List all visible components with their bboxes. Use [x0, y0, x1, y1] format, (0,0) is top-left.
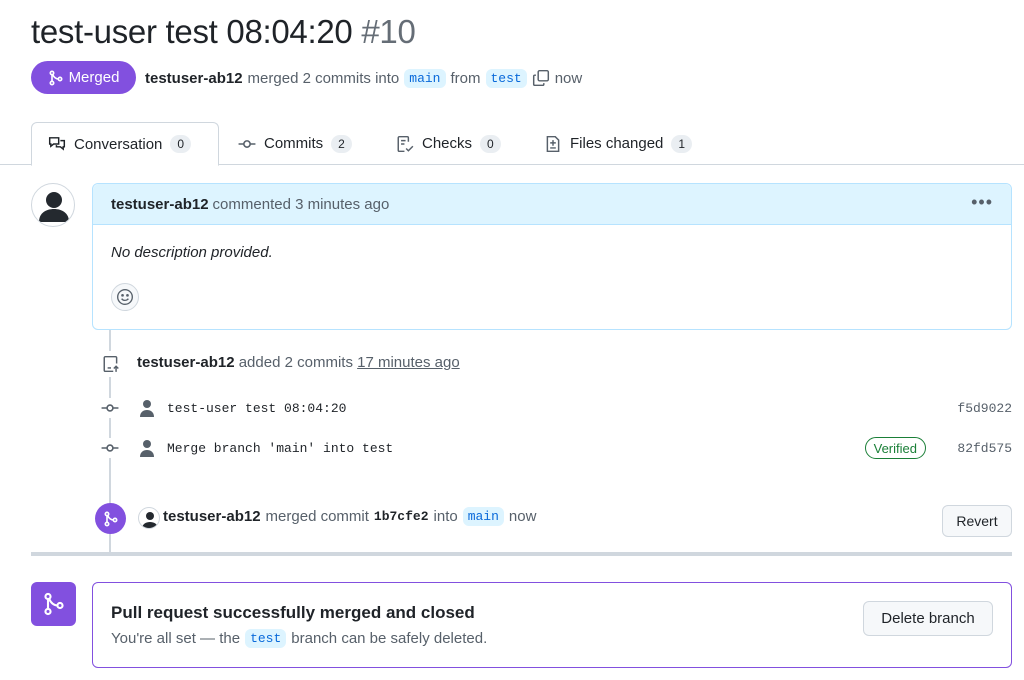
- comment-action: commented 3 minutes ago: [212, 195, 390, 213]
- merge-commit-sha[interactable]: 1b7cfe2: [374, 509, 429, 524]
- git-commit-icon: [100, 438, 120, 458]
- pr-meta-line: testuser-ab12 merged 2 commits into main…: [145, 66, 582, 90]
- merge-status-box: Pull request successfully merged and clo…: [92, 582, 1012, 668]
- commit-message[interactable]: test-user test 08:04:20: [167, 401, 346, 416]
- push-action: added 2 commits: [238, 354, 353, 371]
- meta-time: now: [554, 69, 583, 87]
- tab-label: Conversation: [74, 135, 163, 153]
- push-time-link[interactable]: 17 minutes ago: [357, 354, 460, 371]
- merge-desc-prefix: You're all set — the: [111, 630, 241, 647]
- merge-author[interactable]: testuser-ab12: [163, 508, 261, 525]
- kebab-menu-icon[interactable]: •••: [971, 192, 993, 213]
- deletable-branch-chip[interactable]: test: [245, 629, 287, 648]
- commit-sha[interactable]: 82fd575: [957, 441, 1012, 456]
- comment-body: No description provided.: [111, 244, 273, 261]
- pr-tabs: Conversation 0 Commits 2 Checks 0 Files …: [0, 122, 1024, 166]
- person-icon[interactable]: [137, 398, 157, 418]
- comment-discussion-icon: [48, 137, 66, 151]
- smiley-icon: [117, 289, 133, 305]
- base-branch-chip[interactable]: main: [404, 68, 446, 88]
- tab-label: Commits: [264, 135, 324, 152]
- tab-checks[interactable]: Checks 0: [380, 122, 517, 165]
- tab-conversation[interactable]: Conversation 0: [31, 122, 219, 166]
- commit-row: Merge branch 'main' into test Verified 8…: [100, 436, 1012, 460]
- person-icon[interactable]: [137, 438, 157, 458]
- merge-event-text: testuser-ab12 merged commit 1b7cfe2 into…: [163, 507, 536, 526]
- revert-button[interactable]: Revert: [942, 505, 1012, 537]
- merge-status-description: You're all set — the test branch can be …: [111, 629, 487, 648]
- tab-counter: 0: [480, 134, 501, 153]
- avatar[interactable]: [138, 507, 160, 529]
- merge-action: merged commit: [265, 508, 369, 525]
- comment-box: testuser-ab12 commented 3 minutes ago ••…: [92, 183, 1012, 330]
- merge-status-title: Pull request successfully merged and clo…: [111, 603, 475, 622]
- tab-counter: 2: [331, 134, 352, 153]
- author-link[interactable]: testuser-ab12: [145, 70, 243, 87]
- tab-counter: 0: [170, 135, 192, 153]
- pr-number: #10: [361, 13, 416, 50]
- commit-row: test-user test 08:04:20 f5d9022: [100, 396, 1012, 420]
- person-icon: [142, 512, 158, 528]
- pr-title-text: test-user test 08:04:20: [31, 13, 353, 50]
- git-merge-icon: [95, 503, 126, 534]
- timeline-divider: [31, 552, 1012, 556]
- comment-author[interactable]: testuser-ab12: [111, 196, 209, 213]
- tab-label: Files changed: [570, 135, 664, 152]
- file-diff-icon: [546, 135, 560, 152]
- tab-counter: 1: [671, 134, 693, 153]
- git-commit-icon: [238, 139, 256, 148]
- git-commit-icon: [100, 398, 120, 418]
- into-text: into: [433, 508, 458, 525]
- commit-message[interactable]: Merge branch 'main' into test: [167, 441, 393, 456]
- person-icon: [39, 192, 69, 222]
- merge-branch-chip[interactable]: main: [462, 507, 504, 526]
- delete-branch-button[interactable]: Delete branch: [863, 601, 993, 636]
- merge-desc-suffix: branch can be safely deleted.: [291, 630, 488, 647]
- git-merge-icon: [31, 582, 76, 626]
- tab-label: Checks: [422, 135, 473, 152]
- repo-push-icon: [98, 351, 124, 377]
- merge-time: now: [508, 508, 537, 525]
- head-branch-chip[interactable]: test: [485, 68, 527, 88]
- avatar[interactable]: [31, 183, 75, 227]
- git-merge-icon: [49, 69, 63, 86]
- add-reaction-button[interactable]: [111, 283, 139, 311]
- commit-sha[interactable]: f5d9022: [957, 401, 1012, 416]
- merged-state-badge: Merged: [31, 61, 136, 94]
- from-text: from: [450, 69, 481, 87]
- checklist-icon: [397, 135, 414, 152]
- state-label: Merged: [68, 69, 120, 86]
- push-event-text: testuser-ab12 added 2 commits 17 minutes…: [137, 354, 460, 371]
- copy-icon[interactable]: [532, 69, 550, 87]
- merged-text: merged 2 commits into: [247, 69, 400, 87]
- verified-badge[interactable]: Verified: [864, 437, 926, 459]
- comment-header: testuser-ab12 commented 3 minutes ago ••…: [93, 184, 1011, 225]
- tab-commits[interactable]: Commits 2: [222, 122, 368, 165]
- tab-files-changed[interactable]: Files changed 1: [528, 122, 708, 165]
- push-author[interactable]: testuser-ab12: [137, 354, 235, 371]
- pr-title: test-user test 08:04:20 #10: [31, 12, 416, 52]
